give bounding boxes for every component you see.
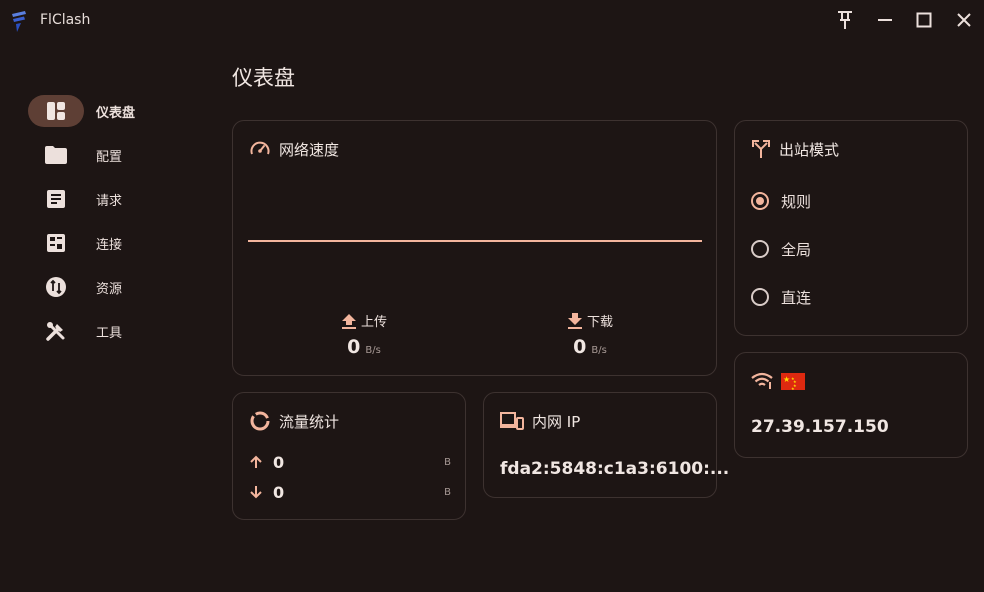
traffic-stats-card: 流量统计 0 B 0 B xyxy=(232,392,466,520)
speed-chart-line xyxy=(248,240,702,242)
arrow-up-icon xyxy=(250,455,262,468)
request-icon xyxy=(28,183,84,215)
public-ip-value: 27.39.157.150 xyxy=(751,417,889,437)
sidebar-item-label: 工具 xyxy=(96,325,123,341)
connection-icon xyxy=(28,227,84,259)
traffic-up-row: 0 B xyxy=(249,452,451,472)
app-logo-icon xyxy=(8,9,32,33)
traffic-down-value: 0 xyxy=(273,482,285,502)
radio-button[interactable] xyxy=(751,240,769,258)
download-label: 下载 xyxy=(586,315,613,330)
mode-label: 全局 xyxy=(781,240,812,259)
wifi-icon xyxy=(751,372,773,389)
upload-icon xyxy=(341,313,356,329)
card-header: 流量统计 xyxy=(249,409,339,433)
pin-icon xyxy=(838,11,852,29)
card-title: 流量统计 xyxy=(279,412,340,431)
card-header: 网络速度 xyxy=(249,137,339,161)
app-title: FlClash xyxy=(40,12,91,28)
traffic-up-value: 0 xyxy=(273,452,285,472)
card-title: 内网 IP xyxy=(532,412,581,431)
sidebar-item-label: 请求 xyxy=(96,193,123,209)
fork-icon xyxy=(752,140,770,158)
close-icon xyxy=(957,13,971,27)
maximize-button[interactable] xyxy=(912,8,936,32)
mode-label: 直连 xyxy=(781,288,812,307)
resource-icon xyxy=(28,271,84,303)
mode-label: 规则 xyxy=(781,192,812,211)
china-flag-icon: ★ ★ ★ ★ ★ xyxy=(781,372,805,391)
dashboard-icon xyxy=(28,95,84,127)
folder-icon xyxy=(28,139,84,171)
download-icon xyxy=(567,312,582,329)
devices-icon xyxy=(500,412,524,430)
upload-speed: 上传 0 B/s xyxy=(304,311,424,358)
sidebar-item-label: 资源 xyxy=(96,281,123,297)
download-value: 0 xyxy=(573,336,587,358)
traffic-up-unit: B xyxy=(444,456,451,468)
outbound-mode-card: 出站模式 规则 全局 直连 xyxy=(734,120,968,336)
traffic-down-unit: B xyxy=(444,486,451,498)
speedometer-icon xyxy=(250,141,270,155)
donut-chart-icon xyxy=(250,411,270,431)
sidebar-item-profiles[interactable]: 配置 xyxy=(28,139,188,171)
network-speed-card: 网络速度 上传 0 B/s 下载 0 B/s xyxy=(232,120,717,376)
maximize-icon xyxy=(916,12,932,28)
card-header: ★ ★ ★ ★ ★ xyxy=(751,369,805,393)
mode-option-direct[interactable]: 直连 xyxy=(751,285,811,309)
close-button[interactable] xyxy=(952,8,976,32)
page-title: 仪表盘 xyxy=(232,66,295,90)
sidebar-item-label: 连接 xyxy=(96,237,123,253)
sidebar-item-dashboard[interactable]: 仪表盘 xyxy=(28,95,188,127)
card-title: 出站模式 xyxy=(779,140,840,159)
minimize-button[interactable] xyxy=(873,8,897,32)
upload-value: 0 xyxy=(347,336,361,358)
radio-button[interactable] xyxy=(751,288,769,306)
sidebar-item-label: 仪表盘 xyxy=(96,105,136,121)
download-speed: 下载 0 B/s xyxy=(530,311,650,358)
card-header: 内网 IP xyxy=(500,409,580,433)
download-unit: B/s xyxy=(591,345,607,356)
mode-option-global[interactable]: 全局 xyxy=(751,237,811,261)
arrow-down-icon xyxy=(250,486,262,499)
upload-unit: B/s xyxy=(365,345,381,356)
upload-label: 上传 xyxy=(360,315,387,330)
tools-icon xyxy=(28,315,84,347)
radio-button[interactable] xyxy=(751,192,769,210)
sidebar-item-connections[interactable]: 连接 xyxy=(28,227,188,259)
traffic-down-row: 0 B xyxy=(249,482,451,502)
intranet-ip-card: 内网 IP fda2:5848:c1a3:6100:... xyxy=(483,392,729,498)
sidebar-item-resources[interactable]: 资源 xyxy=(28,271,188,303)
intranet-ip-value: fda2:5848:c1a3:6100:... xyxy=(500,459,730,479)
mode-option-rule[interactable]: 规则 xyxy=(751,189,811,213)
network-detection-card[interactable]: ★ ★ ★ ★ ★ 27.39.157.150 xyxy=(734,352,968,458)
minimize-icon xyxy=(878,19,892,21)
title-bar: FlClash xyxy=(0,0,984,40)
card-title: 网络速度 xyxy=(279,140,340,159)
sidebar-item-requests[interactable]: 请求 xyxy=(28,183,188,215)
pin-button[interactable] xyxy=(833,8,857,32)
card-header: 出站模式 xyxy=(751,137,839,161)
sidebar-item-label: 配置 xyxy=(96,149,123,165)
sidebar-item-tools[interactable]: 工具 xyxy=(28,315,188,347)
